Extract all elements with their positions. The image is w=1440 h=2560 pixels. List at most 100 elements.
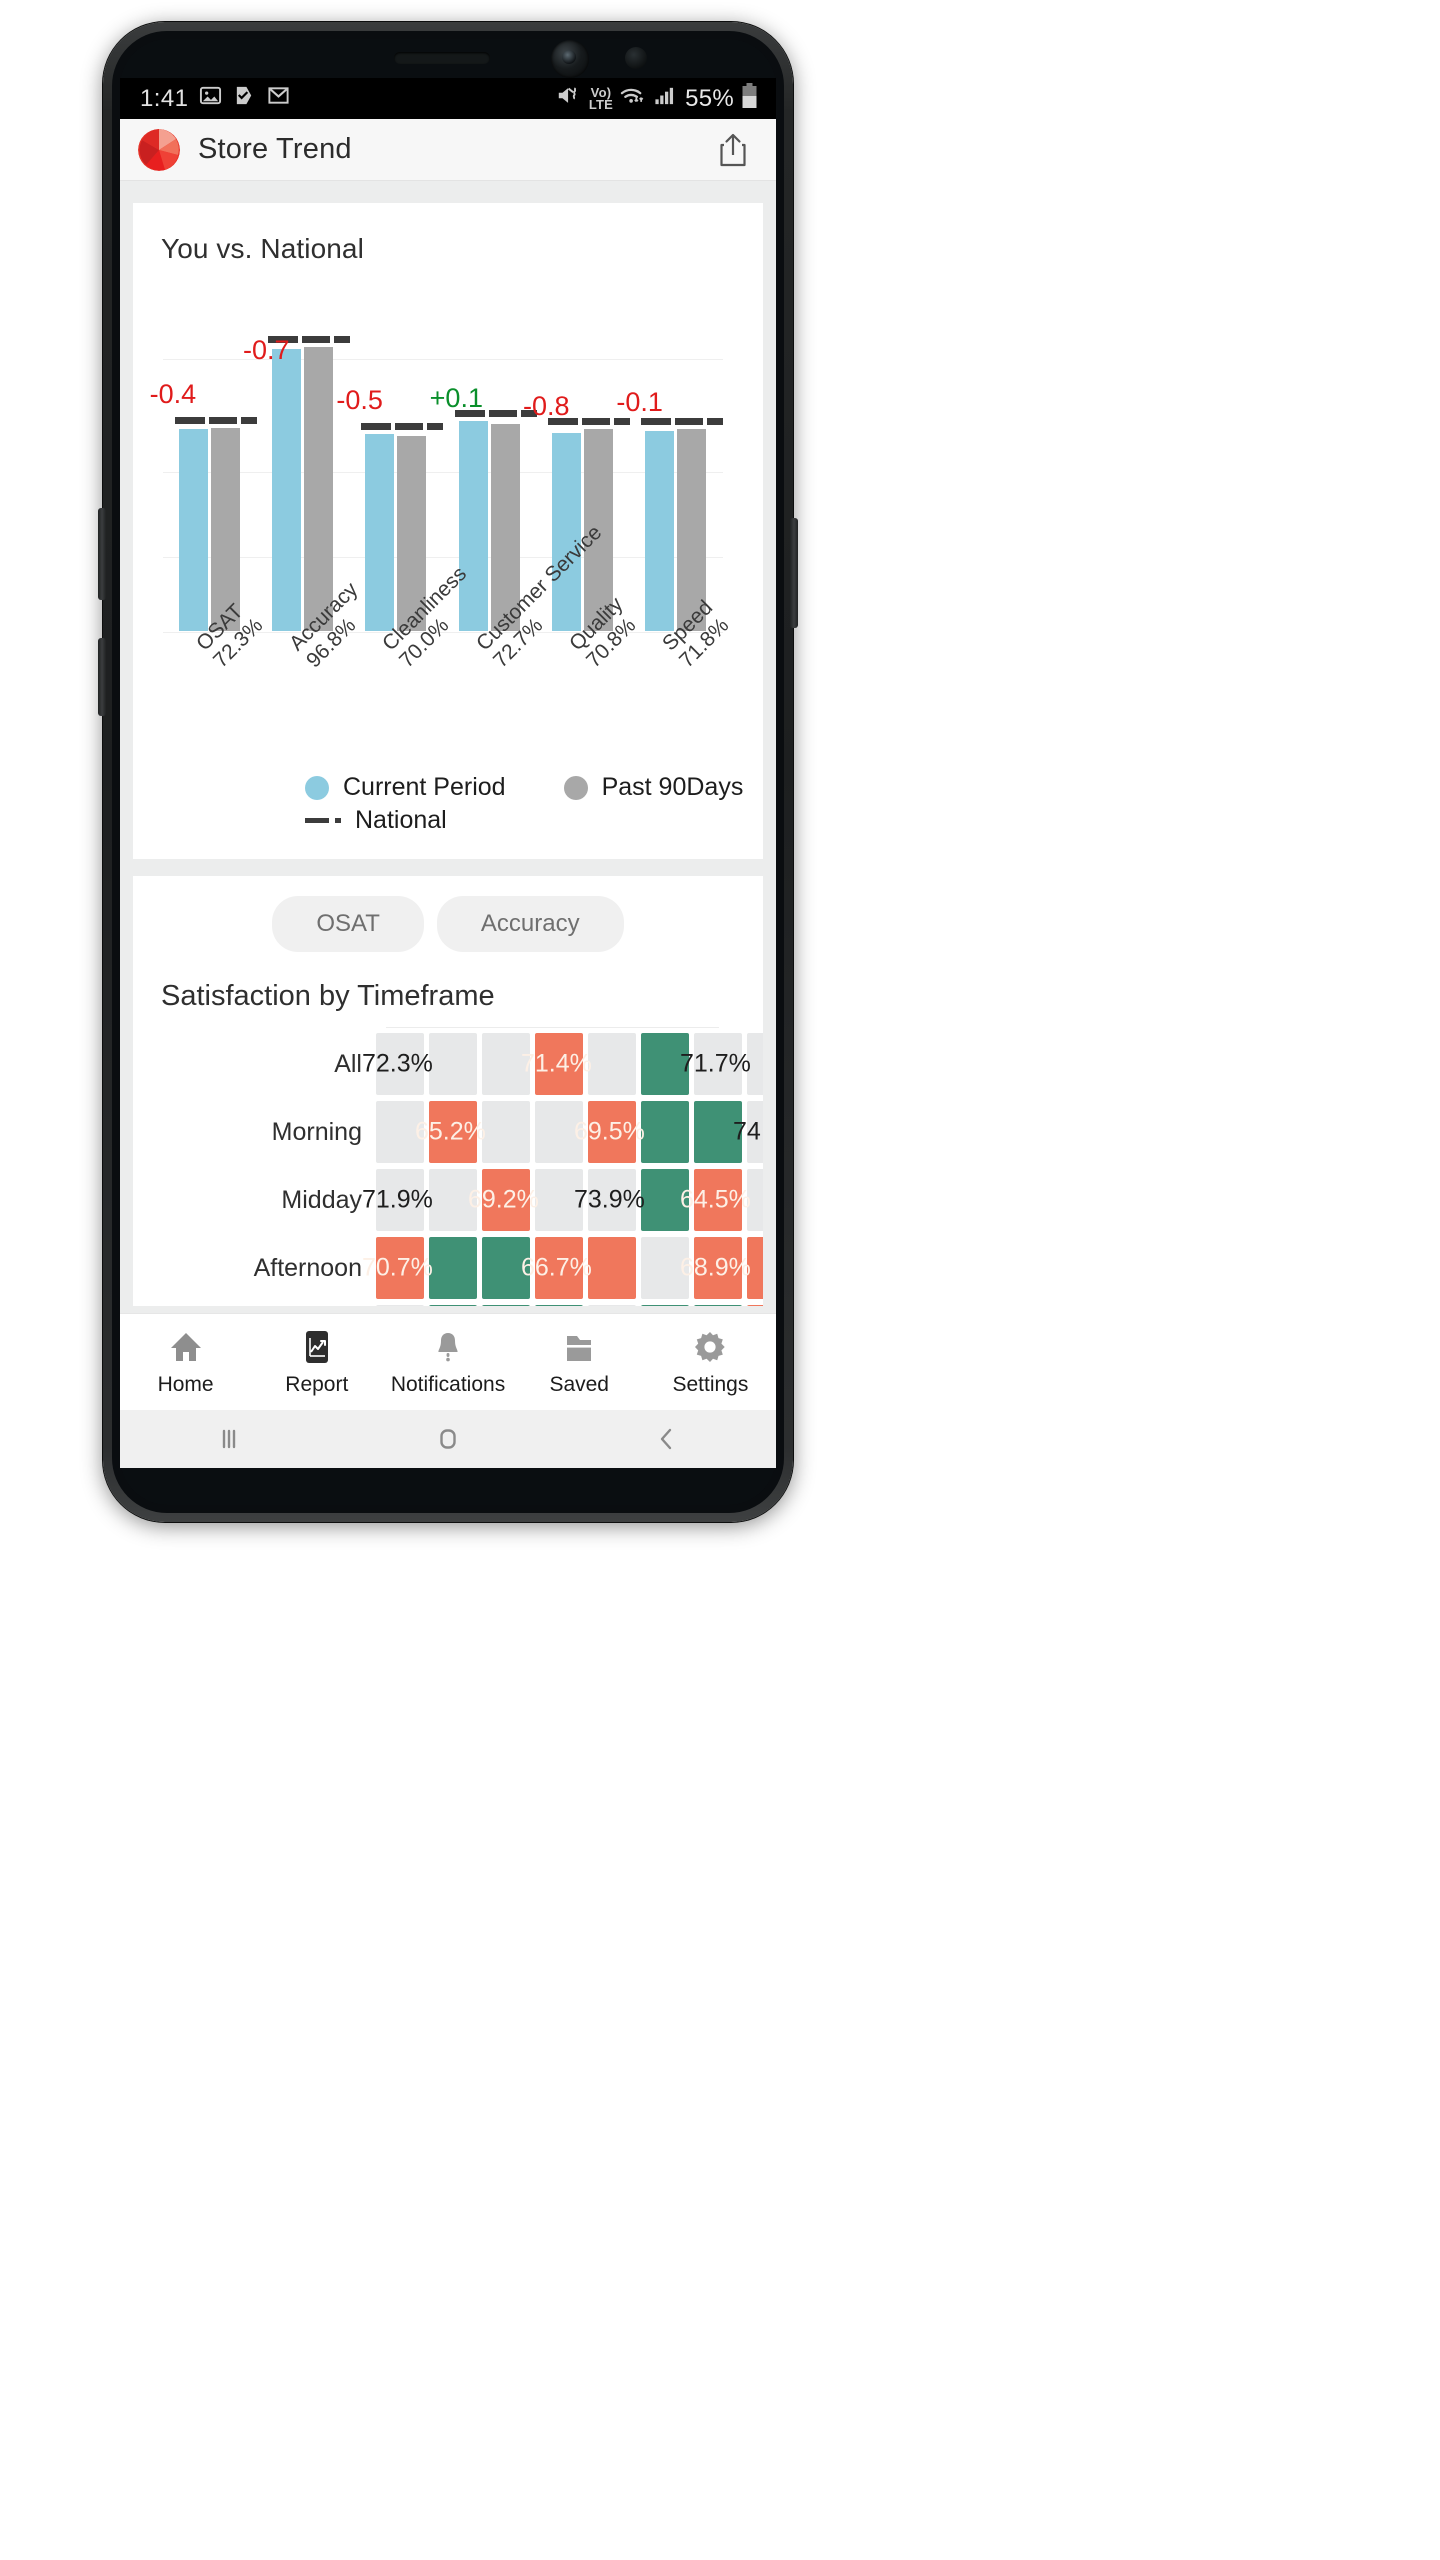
heatmap-cell-row: 70.7% 66.7% 68.9% xyxy=(362,1237,763,1299)
national-marker-dash xyxy=(582,418,610,425)
heatmap-row: All 72.3% 71.4% 71.7% xyxy=(133,1033,763,1095)
report-chart-icon xyxy=(299,1328,335,1366)
tab-label: Report xyxy=(285,1372,349,1396)
earpiece-speaker xyxy=(394,52,490,64)
heatmap-cell-value: 71.7% xyxy=(680,1049,751,1078)
home-icon xyxy=(168,1328,204,1366)
wifi-icon xyxy=(620,84,647,113)
metric-tab-group: OSAT Accuracy xyxy=(133,896,763,952)
heatmap-cell[interactable] xyxy=(641,1305,689,1306)
national-marker-dash xyxy=(174,417,205,424)
tab-label: Home xyxy=(157,1372,214,1396)
legend-label-current: Current Period xyxy=(343,773,506,801)
heatmap-title: Satisfaction by Timeframe xyxy=(161,980,495,1012)
tab-home[interactable]: Home xyxy=(120,1328,251,1397)
legend-dot-past-icon xyxy=(563,775,588,800)
tab-saved[interactable]: Saved xyxy=(514,1328,645,1397)
legend-item-past: Past 90Days xyxy=(563,773,743,802)
tab-label: Settings xyxy=(672,1372,749,1396)
battery-percent-label: 55% xyxy=(685,84,734,112)
tab-osat[interactable]: OSAT xyxy=(272,896,424,952)
heatmap-row: Afternoon 70.7% 66.7% 68.9% xyxy=(133,1237,763,1299)
national-marker-dash xyxy=(614,418,630,425)
tab-label: Notifications xyxy=(390,1372,506,1396)
power-button[interactable] xyxy=(790,518,798,628)
iris-sensor-icon xyxy=(625,47,647,69)
heatmap-row: Midday 71.9% 69.2% 73.9% 64.5% xyxy=(133,1169,763,1231)
recent-apps-icon[interactable] xyxy=(120,1424,339,1454)
heatmap-row xyxy=(133,1305,763,1306)
gmail-icon xyxy=(267,84,290,113)
page-title: Store Trend xyxy=(198,133,352,165)
heatmap-cell[interactable] xyxy=(429,1237,477,1299)
heatmap-cell[interactable] xyxy=(694,1305,742,1306)
bar-group xyxy=(173,295,257,631)
heatmap-cell-row: 72.3% 71.4% 71.7% xyxy=(362,1033,763,1095)
heatmap-cell-value: 66.7% xyxy=(521,1253,592,1282)
app-header-bar: Store Trend xyxy=(120,119,776,181)
national-marker-dash xyxy=(641,418,672,425)
bar-current-period xyxy=(645,431,675,631)
heatmap-cell-value: 69.2% xyxy=(468,1185,539,1214)
heatmap-top-rule xyxy=(386,1027,719,1028)
tab-notifications[interactable]: Notifications xyxy=(382,1328,513,1397)
legend-dot-current-icon xyxy=(305,775,329,800)
heatmap-grid: All72.3% 71.4% 71.7% Morning 65.2% 69.5% 74.5%… xyxy=(133,1027,763,1306)
compare-chart-title: You vs. National xyxy=(161,233,364,264)
tab-label: Saved xyxy=(549,1372,609,1396)
heatmap-cell-value: 68.9% xyxy=(680,1253,751,1282)
heatmap-cell[interactable] xyxy=(482,1101,530,1163)
bar-current-period xyxy=(178,429,208,631)
you-vs-national-card: You vs. National OSAT 72.3% Accuracy 96.8% C… xyxy=(133,203,763,859)
legend-item-national: National xyxy=(305,806,447,835)
tab-accuracy[interactable]: Accuracy xyxy=(436,896,624,952)
heatmap-cell[interactable] xyxy=(588,1033,636,1095)
bar-group xyxy=(359,295,444,631)
national-marker-dash xyxy=(361,423,392,430)
heatmap-cell[interactable] xyxy=(641,1101,689,1163)
heatmap-cell[interactable] xyxy=(535,1305,583,1306)
heatmap-cell[interactable] xyxy=(588,1237,636,1299)
back-chevron-icon[interactable] xyxy=(557,1424,776,1454)
android-status-bar: 1:41 Vo) LTE 55% xyxy=(120,78,776,119)
bar-group xyxy=(639,295,724,631)
tab-report[interactable]: Report xyxy=(251,1328,382,1397)
heatmap-cell[interactable] xyxy=(588,1305,636,1306)
tab-settings[interactable]: Settings xyxy=(645,1328,776,1397)
comparison-bar-chart: OSAT 72.3% Accuracy 96.8% Cleanliness 70.0% Cu… xyxy=(133,287,763,757)
home-square-icon[interactable] xyxy=(339,1424,558,1454)
legend-item-current: Current Period xyxy=(305,773,506,802)
delta-label: -0.5 xyxy=(336,385,383,415)
heatmap-cell[interactable] xyxy=(482,1305,530,1306)
delta-label: -0.4 xyxy=(149,379,197,409)
heatmap-row-label: Morning xyxy=(271,1117,362,1146)
heatmap-cell[interactable] xyxy=(376,1305,424,1306)
heatmap-cell-value: 64.5% xyxy=(680,1185,751,1214)
delta-label: +0.1 xyxy=(429,383,483,413)
national-marker-dash xyxy=(675,418,704,425)
volume-button[interactable] xyxy=(98,638,106,716)
heatmap-cell-row: 65.2% 69.5% 74.5% xyxy=(376,1101,763,1163)
bixby-button[interactable] xyxy=(98,508,106,600)
mute-vibrate-icon xyxy=(556,84,582,113)
tasks-icon xyxy=(233,84,256,113)
heatmap-cell-value: 71.9% xyxy=(362,1185,433,1214)
national-marker-dash xyxy=(208,417,237,424)
volte-bottom: LTE xyxy=(588,96,614,112)
chart-legend: Current Period Past 90Days National xyxy=(133,757,763,835)
share-button[interactable] xyxy=(712,127,754,173)
heatmap-cell-value: 74.5% xyxy=(733,1117,763,1146)
heatmap-cell[interactable] xyxy=(747,1305,763,1306)
satisfaction-timeframe-card: OSAT Accuracy Satisfaction by Timeframe … xyxy=(133,876,763,1306)
national-marker-dash xyxy=(302,336,330,343)
heatmap-cell-row xyxy=(376,1305,763,1306)
national-marker-dash xyxy=(707,418,724,425)
delta-label: -0.8 xyxy=(523,391,570,421)
scroll-body[interactable]: You vs. National OSAT 72.3% Accuracy 96.8% C… xyxy=(120,181,776,1371)
signal-icon xyxy=(654,84,676,113)
status-time: 1:41 xyxy=(140,84,189,112)
national-marker-dash xyxy=(334,336,350,343)
heatmap-cell[interactable] xyxy=(429,1033,477,1095)
heatmap-row-label: Midday xyxy=(281,1185,362,1214)
heatmap-cell[interactable] xyxy=(429,1305,477,1306)
